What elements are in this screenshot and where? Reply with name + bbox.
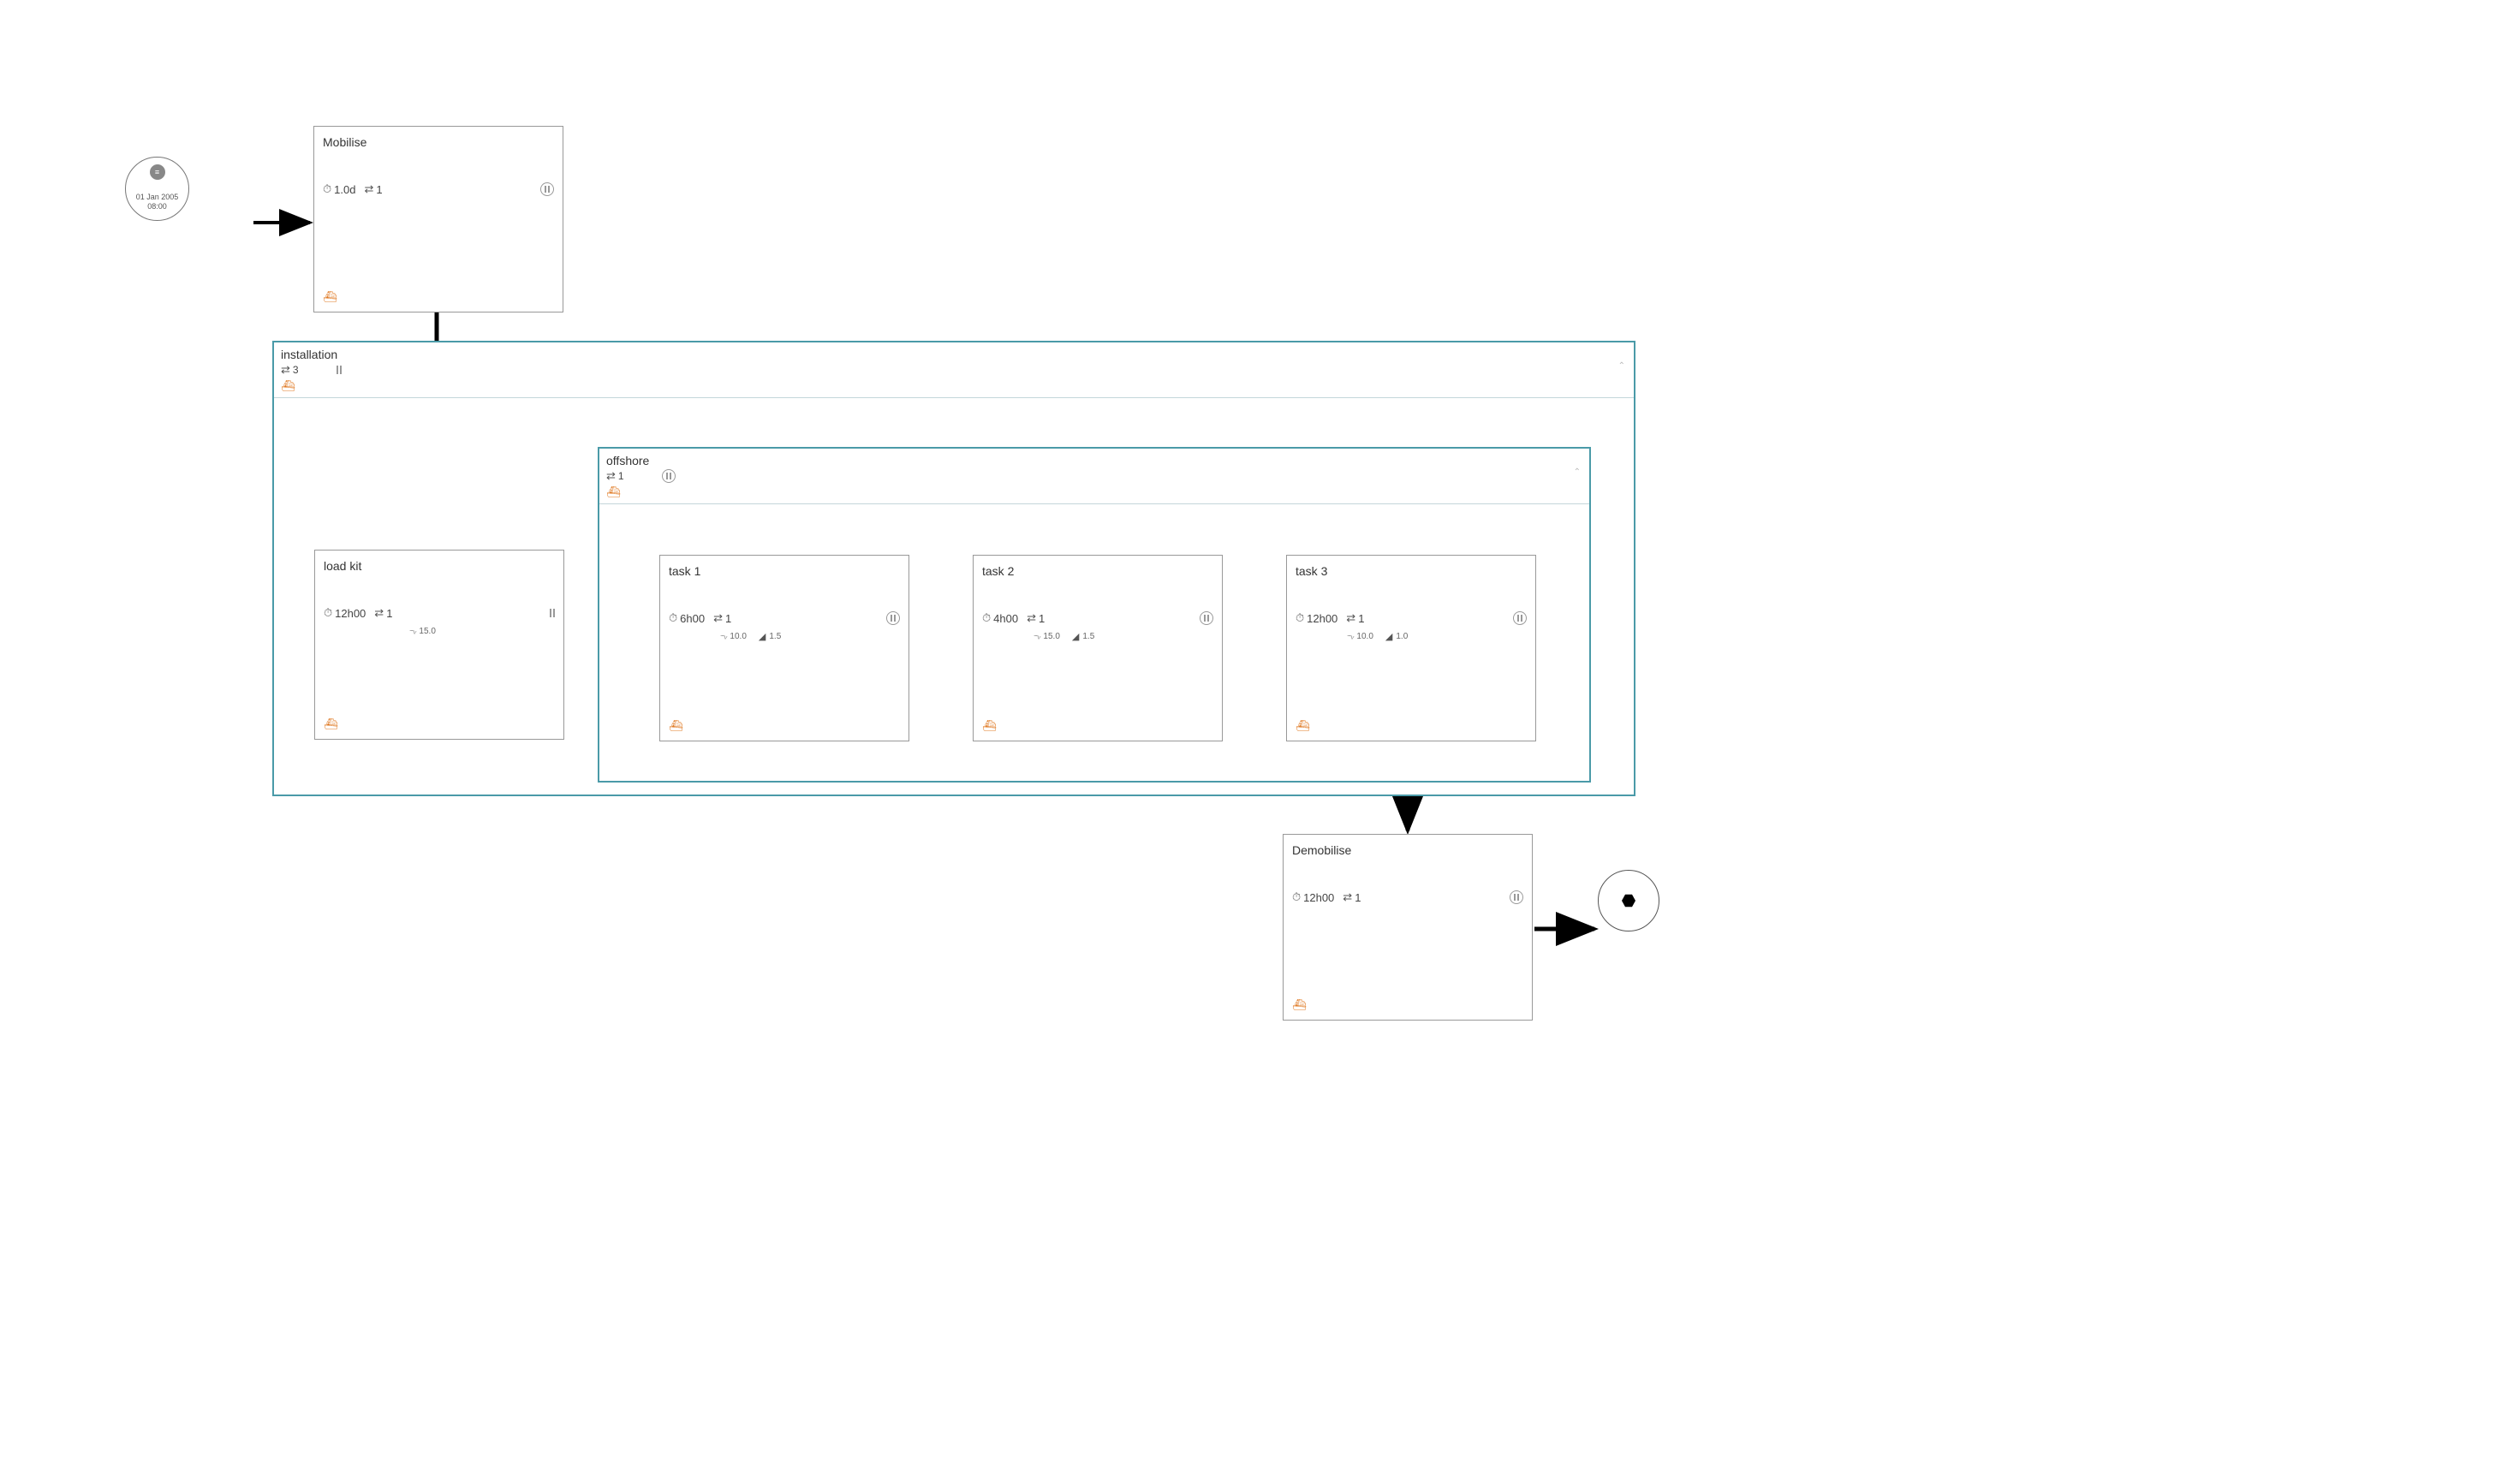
task-title: task 3 (1296, 564, 1527, 578)
task-title: task 1 (669, 564, 900, 578)
wind-value: 10.0 (730, 632, 746, 641)
wind-icon (1347, 632, 1353, 641)
group-header: offshore 1 ⛴ ⌃ (599, 449, 1589, 504)
duration-field: 12h00 (324, 606, 366, 620)
task-title: task 2 (982, 564, 1213, 578)
task-3[interactable]: task 3 12h00 1 10.0 ◢ 1.0 ⛴ (1286, 555, 1536, 741)
cycles-field: 1 (1346, 611, 1364, 625)
start-icon: ≡ (150, 164, 165, 180)
cycles-field: 1 (713, 611, 731, 625)
wave-icon: ◢ (1072, 631, 1079, 642)
duration-field: 1.0d (323, 182, 355, 196)
cycle-icon (1343, 890, 1352, 904)
cycle-icon (364, 182, 373, 196)
clock-icon (982, 611, 991, 625)
wind-value: 15.0 (1043, 632, 1059, 641)
duration-field: 6h00 (669, 611, 705, 625)
wind-icon (720, 632, 726, 641)
clock-icon (669, 611, 677, 625)
task-load-kit[interactable]: load kit 12h00 1 15.0 ⛴ (314, 550, 564, 740)
pause-icon (1513, 611, 1527, 625)
pause-icon (1200, 611, 1213, 625)
vessel-icon: ⛴ (281, 379, 295, 392)
diagram-canvas: ≡ 01 Jan 2005 08:00 Mobilise 1.0d 1 ⛴ in… (0, 0, 2520, 1482)
clock-icon (323, 182, 331, 196)
wave-value: 1.0 (1396, 632, 1408, 641)
vessel-icon: ⛴ (669, 719, 683, 732)
duration-field: 12h00 (1296, 611, 1337, 625)
task-title: Mobilise (323, 135, 554, 149)
group-title: installation (281, 348, 1627, 361)
wind-value: 15.0 (419, 627, 435, 636)
end-icon (1622, 894, 1635, 908)
cycle-icon (374, 606, 384, 620)
cycles-field: 1 (374, 606, 392, 620)
vessel-icon: ⛴ (324, 717, 338, 730)
group-installation[interactable]: installation 3 ⛴ ⌃ load kit 12h00 1 15.0 (272, 341, 1635, 796)
wave-value: 1.5 (769, 632, 781, 641)
wind-value: 10.0 (1356, 632, 1373, 641)
task-1[interactable]: task 1 6h00 1 10.0 ◢ 1.5 ⛴ (659, 555, 909, 741)
cycle-icon (1027, 611, 1036, 625)
cycle-icon (713, 611, 723, 625)
cycles-field: 1 (1343, 890, 1361, 904)
cycles-field: 1 (364, 182, 382, 196)
wind-icon (1034, 632, 1040, 641)
pause-icon (550, 609, 555, 617)
group-title: offshore (606, 454, 1582, 467)
pause-icon (540, 182, 554, 196)
group-header: installation 3 ⛴ ⌃ (274, 342, 1634, 398)
task-demobilise[interactable]: Demobilise 12h00 1 ⛴ (1283, 834, 1533, 1021)
vessel-icon: ⛴ (1296, 719, 1310, 732)
collapse-icon[interactable]: ⌃ (1618, 361, 1625, 371)
vessel-icon: ⛴ (982, 719, 997, 732)
clock-icon (1296, 611, 1304, 625)
vessel-icon: ⛴ (1292, 998, 1307, 1011)
cycle-icon (1346, 611, 1355, 625)
cycle-icon (606, 469, 616, 483)
wave-icon: ◢ (1385, 631, 1392, 642)
vessel-icon: ⛴ (606, 485, 621, 498)
pause-icon (886, 611, 900, 625)
duration-field: 12h00 (1292, 890, 1334, 904)
cycle-icon (281, 363, 290, 377)
wave-icon: ◢ (759, 631, 766, 642)
wind-icon (409, 627, 415, 636)
duration-field: 4h00 (982, 611, 1018, 625)
task-title: Demobilise (1292, 843, 1523, 857)
clock-icon (1292, 890, 1301, 904)
task-2[interactable]: task 2 4h00 1 15.0 ◢ 1.5 ⛴ (973, 555, 1223, 741)
end-node[interactable] (1598, 870, 1659, 931)
start-time: 08:00 (147, 203, 167, 211)
task-title: load kit (324, 559, 555, 573)
vessel-icon: ⛴ (323, 290, 337, 303)
cycles-field: 1 (606, 469, 624, 483)
start-date: 01 Jan 2005 (136, 193, 179, 201)
cycles-field: 3 (281, 363, 299, 377)
group-offshore[interactable]: offshore 1 ⛴ ⌃ task 1 6h00 1 (598, 447, 1591, 783)
pause-icon (1510, 890, 1523, 904)
cycles-field: 1 (1027, 611, 1045, 625)
collapse-icon[interactable]: ⌃ (1574, 467, 1581, 477)
start-node[interactable]: ≡ 01 Jan 2005 08:00 (125, 157, 189, 221)
pause-icon (337, 366, 342, 374)
wave-value: 1.5 (1082, 632, 1094, 641)
task-mobilise[interactable]: Mobilise 1.0d 1 ⛴ (313, 126, 563, 312)
clock-icon (324, 606, 332, 620)
pause-icon (662, 469, 676, 483)
